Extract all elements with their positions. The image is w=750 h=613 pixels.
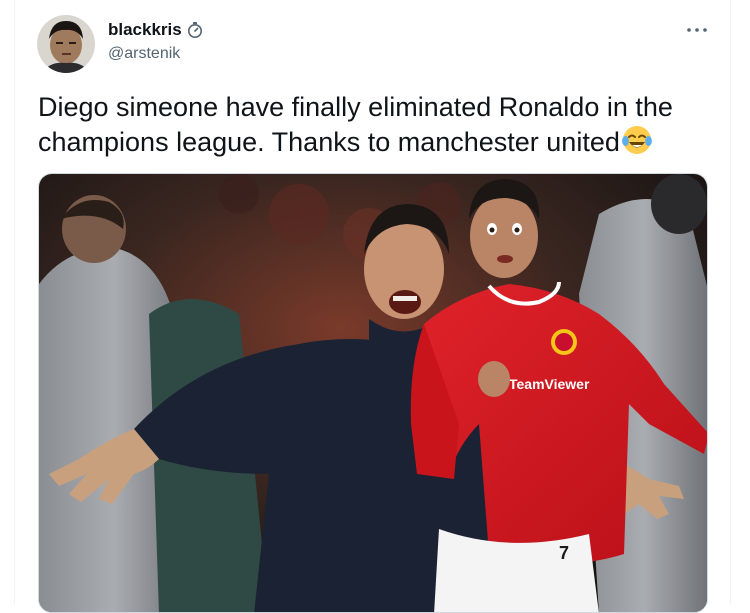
more-options-icon (687, 28, 707, 32)
shirt-sponsor-text: TeamViewer (509, 376, 590, 392)
stopwatch-icon (186, 21, 204, 39)
card-border-left (14, 0, 15, 604)
shorts-number-text: 7 (559, 543, 569, 563)
more-options-button[interactable] (680, 16, 714, 44)
tweet-text-container: Diego simeone have finally eliminated Ro… (38, 90, 718, 164)
author-handle[interactable]: @arstenik (108, 45, 180, 63)
author-name-row: blackkris (108, 20, 204, 40)
face-with-tears-of-joy-icon (621, 124, 653, 164)
tweet-media-photo[interactable]: TeamViewer 7 (38, 173, 708, 613)
card-border-right (730, 0, 731, 604)
tweet-card: blackkris @arstenik Diego simeone have f… (0, 0, 750, 613)
author-display-name[interactable]: blackkris (108, 20, 182, 40)
avatar[interactable] (37, 15, 95, 73)
tweet-text: Diego simeone have finally eliminated Ro… (38, 92, 673, 157)
